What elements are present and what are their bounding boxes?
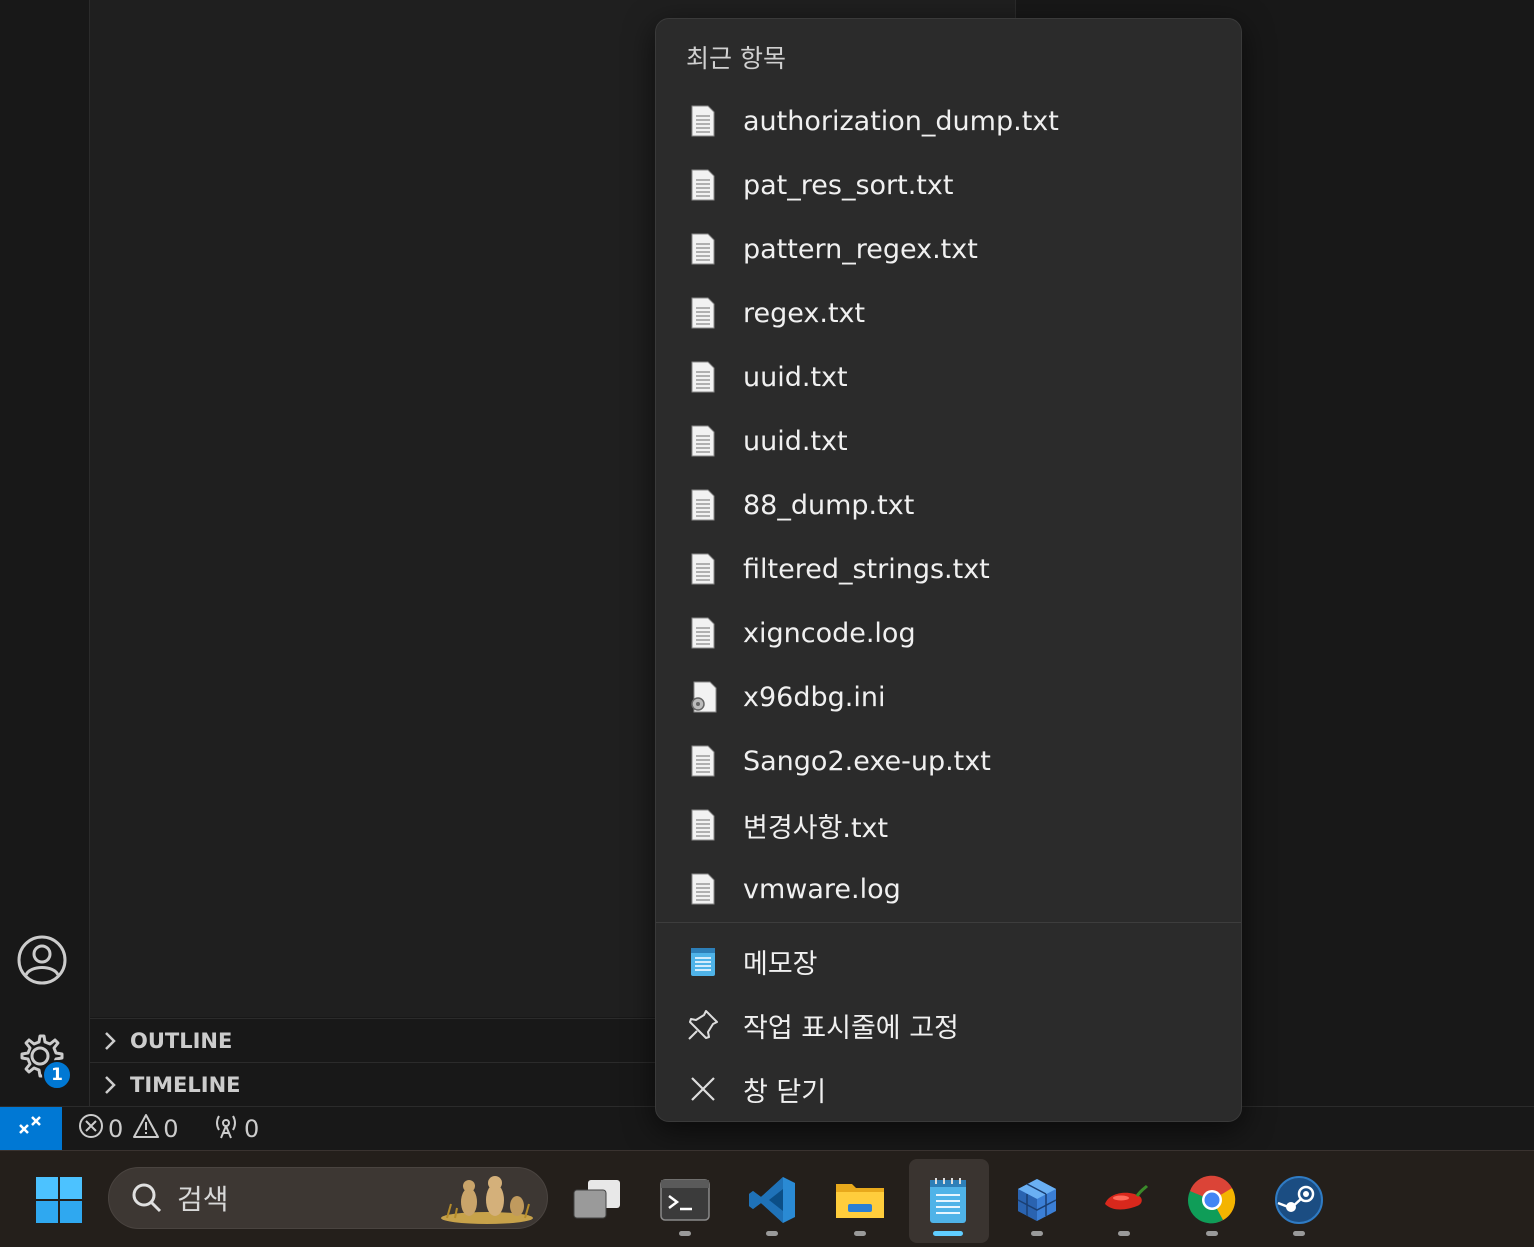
- chevron-right-icon: [90, 1030, 130, 1052]
- cube-app-icon[interactable]: [1010, 1173, 1064, 1227]
- text-file-icon: [656, 617, 743, 649]
- steam-icon[interactable]: [1272, 1173, 1326, 1227]
- open-notepad-item[interactable]: 메모장: [656, 929, 1241, 993]
- remote-button[interactable]: [0, 1107, 62, 1151]
- activity-bar: 1: [0, 0, 90, 1106]
- recent-item-label: pat_res_sort.txt: [743, 169, 954, 201]
- text-file-icon: [656, 745, 743, 777]
- error-count: 0: [108, 1115, 124, 1143]
- text-file-icon: [656, 169, 743, 201]
- recent-item-label: 88_dump.txt: [743, 489, 915, 521]
- close-window-item[interactable]: 창 닫기: [656, 1057, 1241, 1121]
- vscode-icon[interactable]: [745, 1173, 799, 1227]
- text-file-icon: [656, 425, 743, 457]
- search-placeholder: 검색: [177, 1183, 229, 1216]
- running-indicator: [1206, 1231, 1218, 1236]
- running-indicator: [766, 1231, 778, 1236]
- text-file-icon: [656, 553, 743, 585]
- warning-count: 0: [163, 1115, 179, 1143]
- chrome-icon[interactable]: [1185, 1173, 1239, 1227]
- recent-item-label: authorization_dump.txt: [743, 105, 1059, 137]
- recent-item[interactable]: x96dbg.ini: [656, 665, 1241, 729]
- account-icon[interactable]: [16, 934, 68, 986]
- active-indicator: [933, 1231, 963, 1236]
- text-file-icon: [656, 105, 743, 137]
- recent-item[interactable]: xigncode.log: [656, 601, 1241, 665]
- recent-item[interactable]: regex.txt: [656, 281, 1241, 345]
- recent-item-label: xigncode.log: [743, 617, 916, 649]
- text-file-icon: [656, 361, 743, 393]
- recent-item[interactable]: Sango2.exe-up.txt: [656, 729, 1241, 793]
- timeline-label: TIMELINE: [130, 1072, 241, 1097]
- recent-items-header: 최근 항목: [686, 44, 786, 73]
- search-icon: [131, 1182, 163, 1214]
- broadcast-icon: [212, 1112, 240, 1146]
- running-indicator: [1293, 1231, 1305, 1236]
- ports-count: 0: [244, 1115, 260, 1143]
- running-indicator: [1031, 1231, 1043, 1236]
- pepper-app-icon[interactable]: [1097, 1173, 1151, 1227]
- close-icon: [656, 1075, 743, 1103]
- taskbar: 검색: [0, 1150, 1534, 1247]
- pin-to-taskbar-item[interactable]: 작업 표시줄에 고정: [656, 993, 1241, 1057]
- text-file-icon: [656, 297, 743, 329]
- ports-status[interactable]: 0: [212, 1107, 259, 1151]
- meerkat-illustration-icon: [437, 1174, 537, 1231]
- terminal-icon[interactable]: [658, 1173, 712, 1227]
- settings-file-icon: [656, 681, 743, 713]
- remote-icon: [16, 1111, 46, 1147]
- close-label: 창 닫기: [743, 1076, 827, 1108]
- recent-item[interactable]: vmware.log: [656, 857, 1241, 921]
- recent-item-label: vmware.log: [743, 873, 901, 905]
- recent-item[interactable]: authorization_dump.txt: [656, 89, 1241, 153]
- recent-item-label: Sango2.exe-up.txt: [743, 745, 991, 777]
- text-file-icon: [656, 873, 743, 905]
- error-icon: [78, 1113, 104, 1145]
- recent-item-label: x96dbg.ini: [743, 681, 886, 713]
- file-explorer-icon[interactable]: [833, 1173, 887, 1227]
- recent-item-label: pattern_regex.txt: [743, 233, 978, 265]
- recent-item-label: 변경사항.txt: [743, 812, 889, 844]
- running-indicator: [1118, 1231, 1130, 1236]
- text-file-icon: [656, 489, 743, 521]
- menu-divider: [656, 922, 1241, 923]
- start-icon[interactable]: [32, 1173, 86, 1227]
- recent-item[interactable]: pat_res_sort.txt: [656, 153, 1241, 217]
- recent-item[interactable]: filtered_strings.txt: [656, 537, 1241, 601]
- recent-item-label: filtered_strings.txt: [743, 553, 990, 585]
- recent-item[interactable]: 변경사항.txt: [656, 793, 1241, 857]
- jump-list-menu: 최근 항목 authorization_dump.txt pat_res_sor…: [655, 18, 1242, 1122]
- recent-item[interactable]: uuid.txt: [656, 345, 1241, 409]
- outline-label: OUTLINE: [130, 1028, 233, 1053]
- recent-item[interactable]: pattern_regex.txt: [656, 217, 1241, 281]
- warning-icon: [133, 1113, 160, 1145]
- recent-item[interactable]: uuid.txt: [656, 409, 1241, 473]
- pin-icon: [656, 1008, 743, 1042]
- notepad-icon[interactable]: [921, 1173, 975, 1227]
- text-file-icon: [656, 233, 743, 265]
- task-view-icon[interactable]: [570, 1173, 624, 1227]
- running-indicator: [679, 1231, 691, 1236]
- problems-status[interactable]: 0 0: [78, 1107, 179, 1151]
- search-box[interactable]: 검색: [108, 1167, 548, 1229]
- notepad-label: 메모장: [743, 948, 818, 980]
- pin-label: 작업 표시줄에 고정: [743, 1012, 959, 1044]
- recent-item-label: uuid.txt: [743, 361, 848, 393]
- chevron-right-icon: [90, 1074, 130, 1096]
- recent-item-label: regex.txt: [743, 297, 866, 329]
- text-file-icon: [656, 809, 743, 841]
- notepad-icon: [656, 945, 743, 977]
- recent-item-label: uuid.txt: [743, 425, 848, 457]
- recent-item[interactable]: 88_dump.txt: [656, 473, 1241, 537]
- running-indicator: [854, 1231, 866, 1236]
- settings-badge: 1: [42, 1060, 72, 1090]
